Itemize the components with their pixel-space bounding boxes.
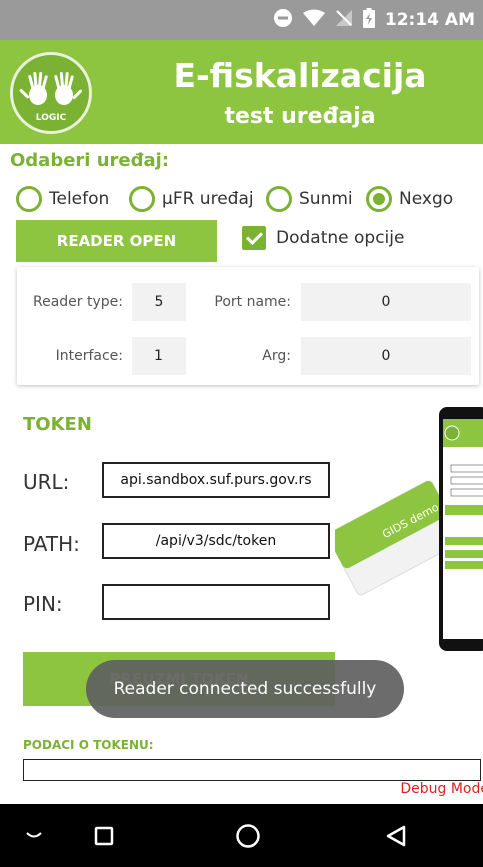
token-data-label: PODACI O TOKENU: [23,738,154,752]
port-name-label: Port name: [214,294,291,310]
reader-type-field[interactable]: 5 [132,283,186,321]
phone-image [439,407,483,651]
url-label: URL: [23,470,70,494]
home-button[interactable] [228,804,268,867]
radio-circle-checked [366,186,392,212]
radio-circle [16,186,42,212]
radio-circle [266,186,292,212]
logo: LOGIC [10,52,92,134]
keyboard-hide-button[interactable] [14,804,54,867]
reader-open-button[interactable]: READER OPEN [16,220,217,262]
toast-message: Reader connected successfully [86,660,404,718]
checkbox-checked-icon [242,226,266,250]
app-subtitle: test uređaja [224,104,376,129]
recents-button[interactable] [84,804,124,867]
do-not-disturb-icon [273,8,293,32]
extra-options-checkbox[interactable]: Dodatne opcije [242,226,404,250]
device-section-label: Odaberi uređaj: [10,150,170,171]
debug-mode-label[interactable]: Debug Mode [400,781,483,797]
reader-config-card: Reader type: 5 Port name: 0 Interface: 1… [17,267,479,385]
pin-input[interactable] [102,584,330,620]
path-input[interactable]: /api/v3/sdc/token [102,523,330,559]
status-bar: 12:14 AM [0,0,483,40]
square-icon [94,826,114,845]
pin-label: PIN: [23,592,63,616]
logo-text: LOGIC [35,113,67,123]
no-signal-icon [335,9,353,31]
app-header: LOGIC E-fiskalizacija test uređaja [0,40,483,144]
arg-field[interactable]: 0 [301,337,471,375]
radio-label: Sunmi [299,189,353,209]
arg-label: Arg: [262,348,291,364]
promo-illustration: GIDS demo [327,405,483,655]
status-time: 12:14 AM [384,10,475,30]
url-input[interactable]: api.sandbox.suf.purs.gov.rs [102,462,330,498]
status-icons: 12:14 AM [273,8,475,32]
circle-icon [236,823,260,848]
back-button[interactable] [376,804,416,867]
token-section-label: TOKEN [23,414,92,435]
wifi-icon [302,9,325,31]
path-label: PATH: [23,532,80,556]
interface-label: Interface: [55,348,123,364]
radio-label: µFR uređaj [162,189,254,209]
radio-circle [129,186,155,212]
reader-type-label: Reader type: [33,294,123,310]
checkbox-label: Dodatne opcije [276,228,405,248]
back-triangle-icon [386,825,406,846]
radio-ufr-device[interactable]: µFR uređaj [129,182,254,216]
interface-field[interactable]: 1 [132,337,186,375]
app-title: E-fiskalizacija [173,56,427,95]
port-name-field[interactable]: 0 [301,283,471,321]
battery-charging-icon [362,8,375,32]
chevron-down-icon [26,831,42,837]
navigation-bar [0,804,483,867]
token-data-output[interactable] [23,759,481,781]
radio-label: Nexgo [399,189,454,209]
device-radio-group: Telefon µFR uređaj Sunmi Nexgo [16,182,481,216]
radio-label: Telefon [49,189,110,209]
radio-nexgo[interactable]: Nexgo [366,182,453,216]
radio-sunmi[interactable]: Sunmi [266,182,353,216]
radio-telefon[interactable]: Telefon [16,182,109,216]
